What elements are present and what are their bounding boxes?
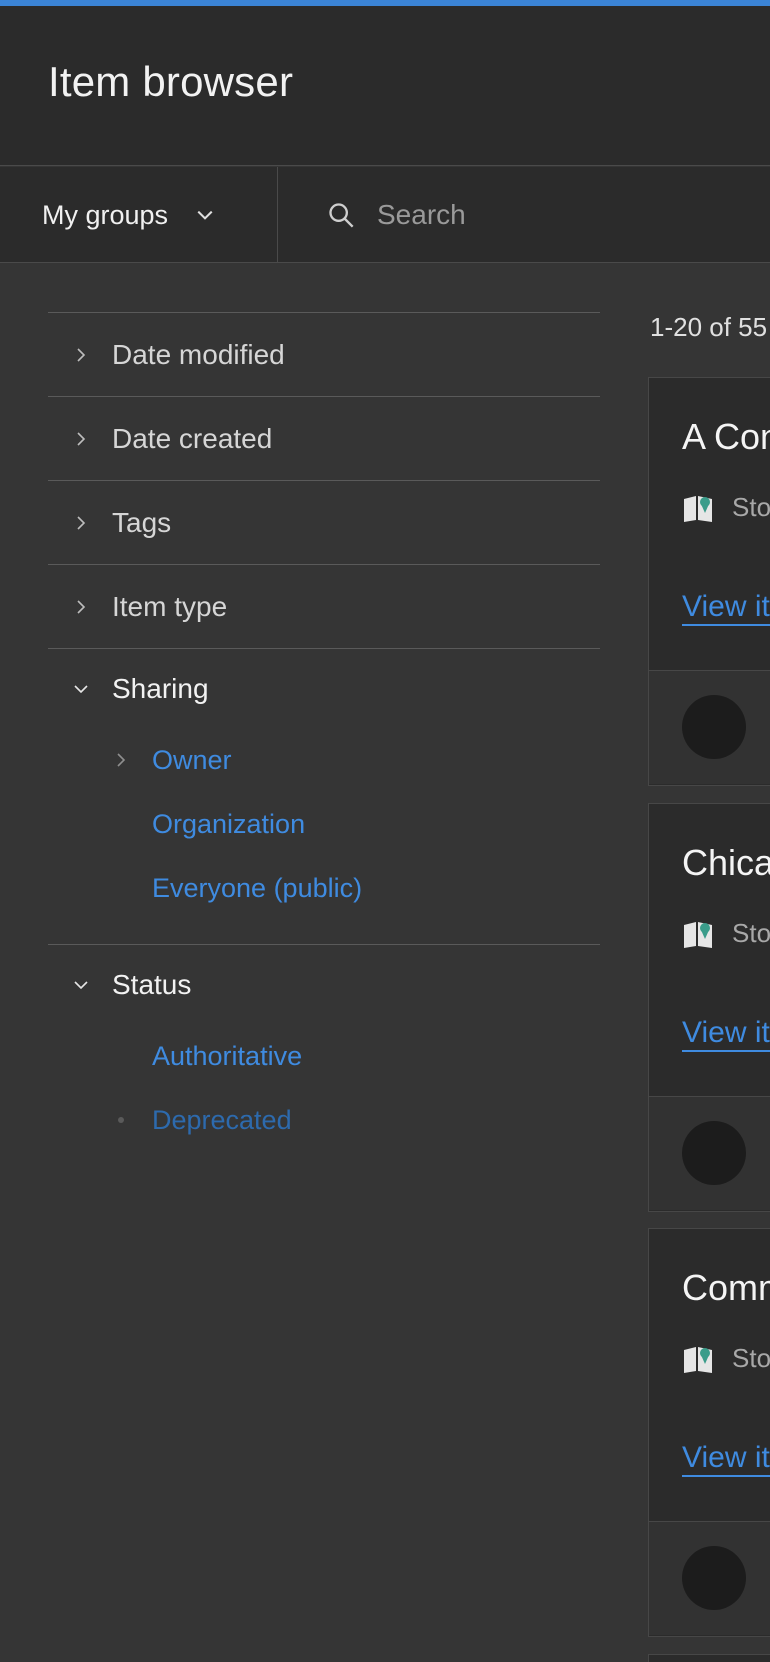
filter-item-type[interactable]: Item type <box>48 564 600 648</box>
item-card[interactable]: A Con Sto View it <box>648 377 770 786</box>
status-option-authoritative[interactable]: Authoritative <box>48 1024 600 1088</box>
chevron-right-icon <box>117 753 126 767</box>
filter-label: Date modified <box>112 338 285 370</box>
status-options: Authoritative Deprecated <box>48 1024 600 1176</box>
chevron-right-icon <box>77 347 86 362</box>
item-title: Chica <box>682 842 770 883</box>
avatar <box>682 1121 746 1185</box>
item-card-footer <box>649 1521 770 1635</box>
chevron-right-icon <box>77 431 86 446</box>
my-groups-dropdown[interactable]: My groups <box>0 167 278 263</box>
item-title: A Con <box>682 416 770 457</box>
item-card[interactable]: Comm Sto View it <box>648 1228 770 1637</box>
item-type: Sto <box>682 918 770 949</box>
filter-label: Sharing <box>112 672 209 704</box>
view-item-link[interactable]: View it <box>682 590 770 626</box>
search-input[interactable] <box>377 199 757 231</box>
chevron-right-icon <box>77 599 86 614</box>
header: Item browser <box>0 6 770 166</box>
story-map-icon <box>684 921 712 948</box>
search-icon <box>329 203 354 228</box>
filter-sharing[interactable]: Sharing <box>48 648 600 728</box>
item-card-footer <box>649 1096 770 1210</box>
sharing-options: Owner Organization Everyone (public) <box>48 728 600 944</box>
filter-date-modified[interactable]: Date modified <box>48 312 600 396</box>
chevron-right-icon <box>77 515 86 530</box>
filter-date-created[interactable]: Date created <box>48 396 600 480</box>
item-card[interactable] <box>648 1654 770 1662</box>
filter-label: Status <box>112 968 192 1000</box>
avatar <box>682 1546 746 1610</box>
item-type-label: Sto <box>732 492 770 522</box>
item-title: Comm <box>682 1267 770 1308</box>
chevron-down-icon <box>197 210 213 220</box>
sharing-option-everyone[interactable]: Everyone (public) <box>48 856 600 920</box>
item-type-label: Sto <box>732 918 770 948</box>
item-card-footer <box>649 670 770 784</box>
item-card[interactable]: Chica Sto View it <box>648 803 770 1212</box>
my-groups-label: My groups <box>42 199 169 230</box>
toolbar: My groups <box>0 167 770 263</box>
view-item-link[interactable]: View it <box>682 1016 770 1052</box>
item-type-label: Sto <box>732 1343 770 1373</box>
chevron-down-icon <box>74 980 88 989</box>
search-bar <box>279 167 770 263</box>
filter-tags[interactable]: Tags <box>48 480 600 564</box>
story-map-icon <box>684 1346 712 1373</box>
option-label: Authoritative <box>152 1040 303 1071</box>
option-label: Deprecated <box>152 1104 292 1135</box>
status-option-deprecated[interactable]: Deprecated <box>48 1088 600 1152</box>
option-label: Organization <box>152 808 306 839</box>
page-title: Item browser <box>48 58 294 105</box>
sharing-option-organization[interactable]: Organization <box>48 792 600 856</box>
story-map-icon <box>684 495 712 522</box>
item-type: Sto <box>682 1343 770 1374</box>
filter-status[interactable]: Status <box>48 944 600 1024</box>
filter-label: Tags <box>112 506 172 538</box>
option-label: Everyone (public) <box>152 872 363 903</box>
option-label: Owner <box>152 744 232 775</box>
filter-sidebar: Date modified Date created Tags Item typ… <box>48 312 600 1176</box>
avatar <box>682 695 746 759</box>
view-item-link[interactable]: View it <box>682 1441 770 1477</box>
results-count: 1-20 of 55 <box>650 312 768 342</box>
chevron-down-icon <box>74 684 88 693</box>
bullet-dot-icon <box>118 1117 124 1123</box>
item-type: Sto <box>682 492 770 523</box>
filter-label: Item type <box>112 590 228 622</box>
sharing-option-owner[interactable]: Owner <box>48 728 600 792</box>
filter-label: Date created <box>112 422 273 454</box>
